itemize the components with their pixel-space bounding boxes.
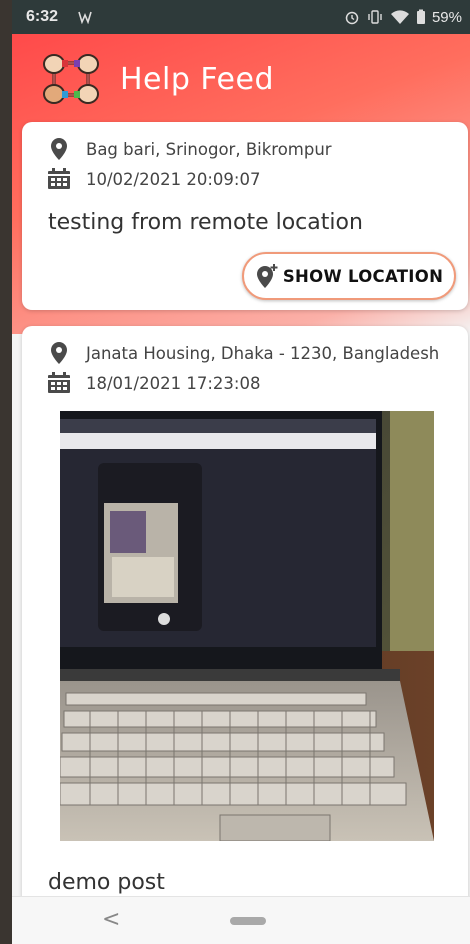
show-location-label: SHOW LOCATION — [282, 266, 444, 286]
post-text: demo post — [48, 870, 165, 895]
calendar-icon — [48, 372, 70, 393]
post-text: testing from remote location — [48, 210, 363, 235]
helping-hands-icon — [43, 54, 99, 104]
battery-percent: 59% — [431, 8, 462, 26]
post-card[interactable]: Bag bari, Srinogor, Bikrompur 10/02/2021… — [22, 122, 468, 310]
show-location-button[interactable]: SHOW LOCATION — [242, 252, 456, 300]
post-location: Janata Housing, Dhaka - 1230, Bangladesh — [86, 343, 440, 363]
system-nav-bar: < — [12, 896, 470, 944]
back-icon[interactable]: < — [102, 907, 120, 932]
post-datetime: 10/02/2021 20:09:07 — [86, 169, 261, 189]
app-screen: 6:32 59% Help Feed Bag bari, Srinogor, B… — [12, 0, 470, 944]
add-location-icon — [256, 264, 278, 288]
post-location: Bag bari, Srinogor, Bikrompur — [86, 139, 332, 159]
status-time: 6:32 — [26, 8, 59, 25]
app-bar: Help Feed — [12, 34, 470, 124]
post-location-row: Bag bari, Srinogor, Bikrompur — [46, 138, 332, 160]
alarm-icon — [345, 11, 359, 25]
home-pill-icon[interactable] — [230, 917, 266, 925]
notification-icon — [78, 11, 92, 24]
post-date-row: 18/01/2021 17:23:08 — [46, 372, 260, 394]
status-bar: 6:32 59% — [12, 0, 470, 34]
battery-icon — [416, 9, 425, 24]
laptop-photo — [60, 411, 434, 841]
location-pin-icon — [51, 342, 67, 364]
post-datetime: 18/01/2021 17:23:08 — [86, 373, 261, 393]
post-location-row: Janata Housing, Dhaka - 1230, Bangladesh — [46, 342, 439, 364]
page-title: Help Feed — [120, 61, 275, 97]
vibrate-icon — [368, 10, 382, 24]
post-card[interactable]: Janata Housing, Dhaka - 1230, Bangladesh… — [22, 326, 468, 944]
location-pin-icon — [51, 138, 67, 160]
calendar-icon — [48, 168, 70, 189]
wifi-icon — [390, 10, 409, 24]
post-date-row: 10/02/2021 20:09:07 — [46, 168, 260, 190]
post-photo[interactable] — [60, 411, 434, 841]
